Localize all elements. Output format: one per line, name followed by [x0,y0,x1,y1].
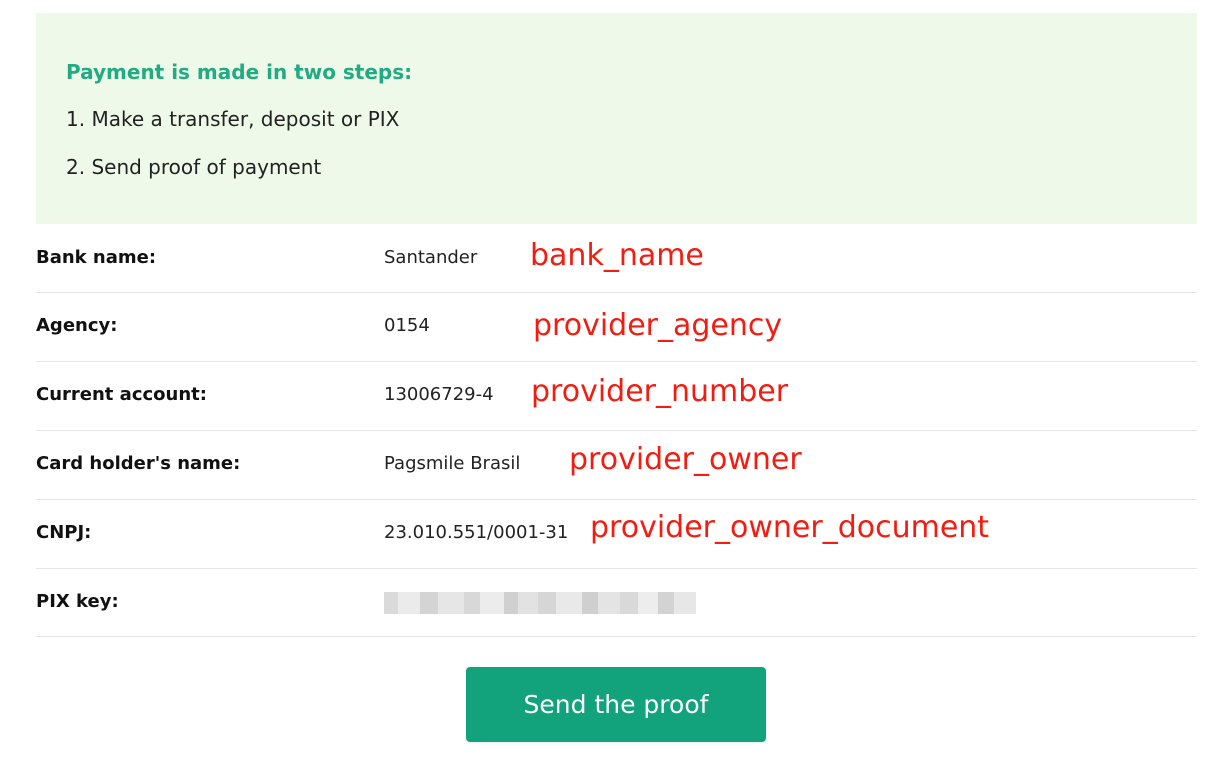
bank-name-label: Bank name: [36,247,157,268]
instruction-step-1: 1. Make a transfer, deposit or PIX [66,107,400,131]
bank-name-annotation: bank_name [530,238,704,273]
detail-row-cnpj: CNPJ: 23.010.551/0001-31 provider_owner_… [36,500,1197,569]
agency-label: Agency: [36,315,118,336]
detail-row-bank-name: Bank name: Santander bank_name [36,224,1197,293]
agency-annotation: provider_agency [533,308,783,343]
detail-row-agency: Agency: 0154 provider_agency [36,293,1197,362]
current-account-value: 13006729-4 [384,384,494,405]
detail-row-current-account: Current account: 13006729-4 provider_num… [36,362,1197,431]
cnpj-annotation: provider_owner_document [590,510,990,545]
detail-row-card-holder: Card holder's name: Pagsmile Brasil prov… [36,431,1197,500]
pix-key-redacted-value [384,592,696,614]
card-holder-label: Card holder's name: [36,453,241,474]
instruction-step-2: 2. Send proof of payment [66,155,322,179]
cnpj-value: 23.010.551/0001-31 [384,522,569,543]
pix-key-label: PIX key: [36,591,119,612]
bank-name-value: Santander [384,247,478,268]
send-proof-button[interactable]: Send the proof [466,667,766,742]
payment-instructions-box: Payment is made in two steps: 1. Make a … [36,13,1197,224]
card-holder-value: Pagsmile Brasil [384,453,521,474]
agency-value: 0154 [384,315,430,336]
card-holder-annotation: provider_owner [569,442,802,477]
current-account-annotation: provider_number [531,374,789,409]
detail-row-pix-key: PIX key: [36,568,1197,637]
current-account-label: Current account: [36,384,207,405]
instructions-title: Payment is made in two steps: [66,60,413,84]
cnpj-label: CNPJ: [36,522,92,543]
